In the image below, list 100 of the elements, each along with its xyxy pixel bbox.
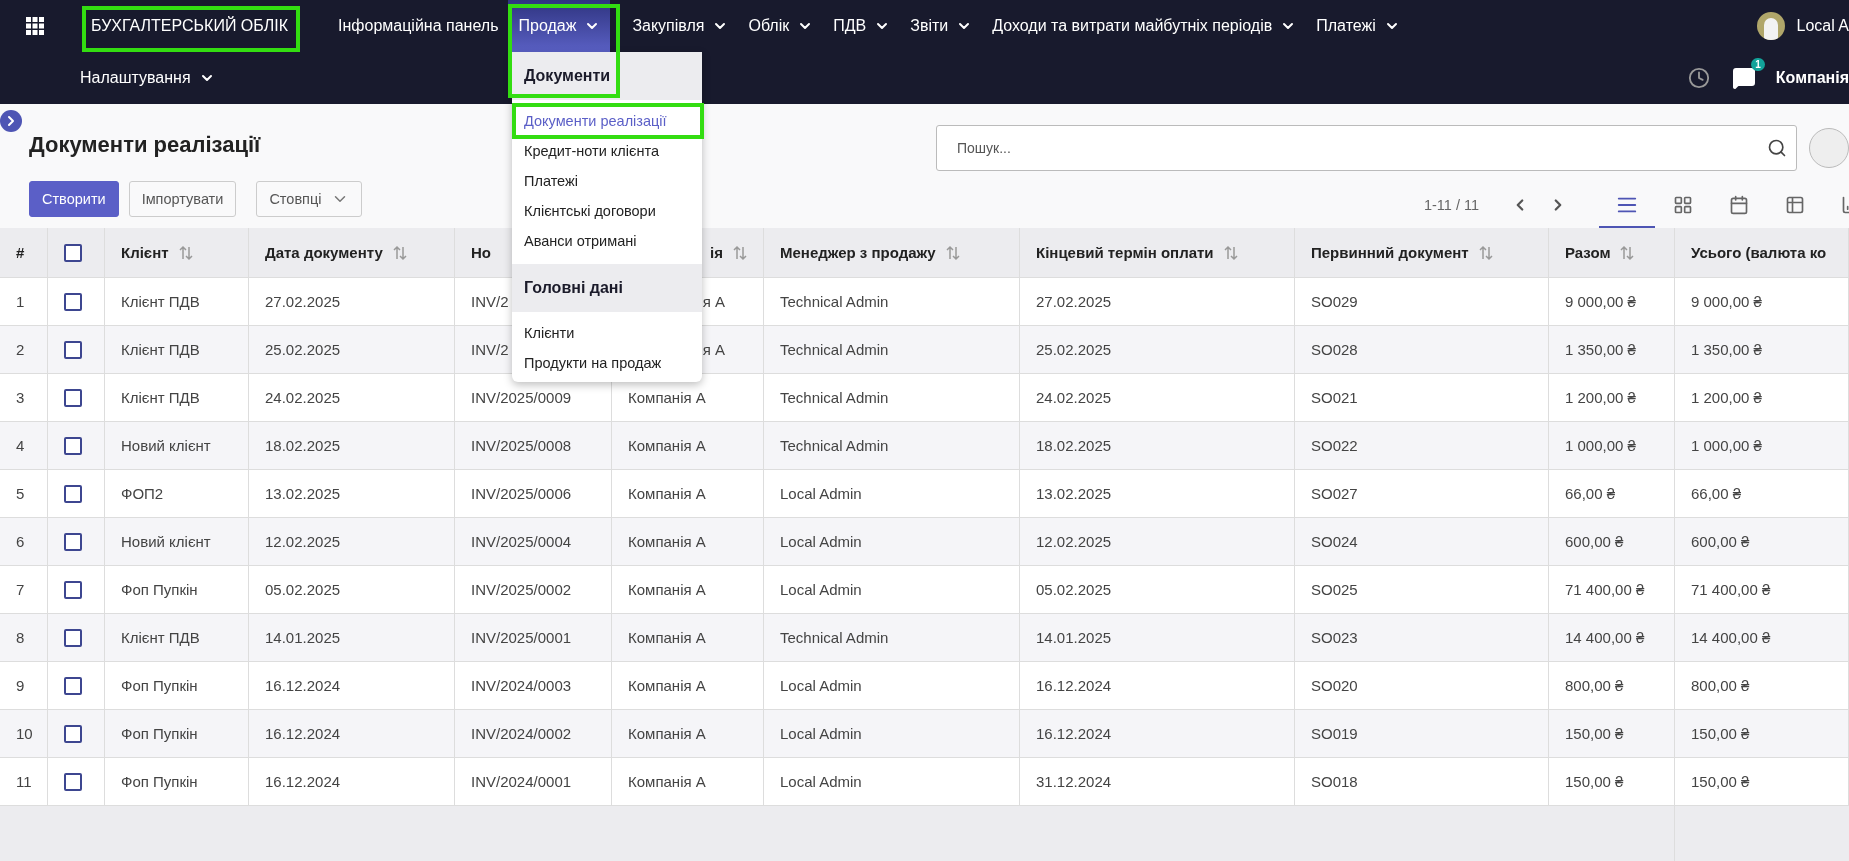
row-checkbox[interactable] [64, 292, 82, 311]
app-brand-title: БУХГАЛТЕРСЬКИЙ ОБЛІК [91, 17, 289, 35]
table-cell: INV/2025/0004 [471, 533, 572, 550]
table-cell: 71 400,00 ₴ [1565, 581, 1645, 598]
menu-item[interactable]: Звіти [900, 0, 983, 52]
column-header[interactable]: Кінцевий термін оплати [1036, 244, 1214, 261]
table-cell: 14 400,00 ₴ [1565, 629, 1645, 646]
company-switcher[interactable]: Компанія [1775, 69, 1849, 87]
table-cell: Local Admin [780, 725, 862, 742]
row-number: 4 [16, 437, 25, 454]
table-cell: INV/2024/0003 [471, 677, 572, 694]
row-number: 2 [16, 341, 25, 358]
row-checkbox[interactable] [64, 484, 82, 503]
table-cell: Компанія А [628, 485, 706, 502]
table-cell: Local Admin [780, 485, 862, 502]
row-checkbox[interactable] [64, 388, 82, 407]
row-checkbox[interactable] [64, 676, 82, 695]
table-cell: я А [702, 341, 725, 358]
sidebar-toggle[interactable] [0, 110, 22, 132]
column-header[interactable]: Клієнт [121, 244, 169, 261]
columns-dropdown[interactable]: Стовпці [256, 181, 363, 217]
row-checkbox[interactable] [64, 340, 82, 359]
table-cell: SO029 [1311, 293, 1358, 310]
table-cell: 18.02.2025 [265, 437, 341, 454]
table-cell: Компанія А [628, 581, 706, 598]
menu-item[interactable]: Доходи та витрати майбутніх періодів [982, 0, 1307, 52]
table-cell: 14.01.2025 [1036, 629, 1112, 646]
column-header[interactable]: Первинний документ [1311, 244, 1469, 261]
row-checkbox[interactable] [64, 724, 82, 743]
notification-badge: 1 [1751, 58, 1765, 71]
dropdown-item[interactable]: Документи реалізації [512, 106, 702, 136]
dropdown-item[interactable]: Продукти на продаж [512, 348, 702, 378]
table-cell: 27.02.2025 [265, 293, 341, 310]
column-header[interactable]: Но [471, 244, 491, 261]
import-button[interactable]: Імпортувати [128, 181, 237, 217]
dropdown-item[interactable]: Клієнтські договори [512, 196, 702, 226]
select-all-checkbox[interactable] [64, 243, 82, 262]
table-cell: SO027 [1311, 485, 1358, 502]
table-cell: Компанія А [628, 533, 706, 550]
chat-icon[interactable] [1731, 66, 1756, 90]
user-name[interactable]: Local A [1796, 17, 1849, 35]
table-cell: 1 200,00 ₴ [1691, 389, 1762, 406]
table-cell: Компанія А [628, 773, 706, 790]
menu-item[interactable]: ПДВ [823, 0, 901, 52]
table-cell: Technical Admin [780, 437, 889, 454]
dropdown-item[interactable]: Клієнти [512, 318, 702, 348]
table-cell: 150,00 ₴ [1691, 725, 1750, 742]
table-cell: INV/2 [471, 293, 509, 310]
table-cell: Компанія А [628, 725, 706, 742]
table-cell: SO020 [1311, 677, 1358, 694]
row-number: 5 [16, 485, 25, 502]
row-checkbox[interactable] [64, 436, 82, 455]
pager-counter: 1-11 / 11 [1423, 197, 1479, 213]
column-header: # [16, 244, 25, 261]
table-cell: Фоп Пупкін [121, 677, 198, 694]
table-cell: Фоп Пупкін [121, 581, 198, 598]
menu-item[interactable]: Платежі [1306, 0, 1410, 52]
column-header[interactable]: Разом [1565, 244, 1611, 261]
row-checkbox[interactable] [64, 628, 82, 647]
row-checkbox[interactable] [64, 772, 82, 791]
dropdown-item[interactable]: Кредит-ноти клієнта [512, 136, 702, 166]
table-cell: 05.02.2025 [265, 581, 341, 598]
table-cell: 1 000,00 ₴ [1565, 437, 1636, 454]
column-header[interactable]: Менеджер з продажу [780, 244, 936, 261]
table-cell: 150,00 ₴ [1565, 773, 1624, 790]
table-cell: 1 350,00 ₴ [1565, 341, 1636, 358]
table-cell: Компанія А [628, 629, 706, 646]
table-cell: 14.01.2025 [265, 629, 341, 646]
create-button[interactable]: Створити [29, 181, 119, 217]
table-cell: Local Admin [780, 581, 862, 598]
table-cell: Фоп Пупкін [121, 725, 198, 742]
table-cell: 66,00 ₴ [1691, 485, 1742, 502]
table-cell: 1 000,00 ₴ [1691, 437, 1762, 454]
menu-item[interactable]: Інформаційна панель [328, 0, 509, 52]
menu-section-title: Головні дані [512, 264, 702, 312]
table-cell: SO022 [1311, 437, 1358, 454]
table-cell: Local Admin [780, 533, 862, 550]
column-header[interactable]: ія [710, 244, 723, 261]
menu-item[interactable]: Закупівля [622, 0, 739, 52]
column-header[interactable]: Усього (валюта ко [1691, 244, 1827, 261]
activity-clock-icon[interactable] [1687, 67, 1710, 89]
row-checkbox[interactable] [64, 532, 82, 551]
table-cell: Клієнт ПДВ [121, 629, 200, 646]
table-cell: 150,00 ₴ [1565, 725, 1624, 742]
menu-item[interactable]: Облік [738, 0, 824, 52]
apps-menu-icon[interactable] [26, 17, 44, 35]
table-cell: 18.02.2025 [1036, 437, 1112, 454]
user-avatar[interactable] [1756, 12, 1785, 40]
table-cell: Новий клієнт [121, 533, 211, 550]
column-header[interactable]: Дата документу [265, 244, 383, 261]
table-cell: ФОП2 [121, 485, 164, 502]
dropdown-item[interactable]: Платежі [512, 166, 702, 196]
search-icon[interactable] [1767, 138, 1787, 158]
table-cell: SO024 [1311, 533, 1358, 550]
menu-item[interactable]: Налаштування [70, 52, 225, 104]
dropdown-item[interactable]: Аванси отримані [512, 226, 702, 256]
table-cell: 25.02.2025 [1036, 341, 1112, 358]
menu-section-title: Документи [512, 52, 702, 100]
search-field[interactable]: Пошук... [936, 125, 1797, 171]
row-checkbox[interactable] [64, 580, 82, 599]
